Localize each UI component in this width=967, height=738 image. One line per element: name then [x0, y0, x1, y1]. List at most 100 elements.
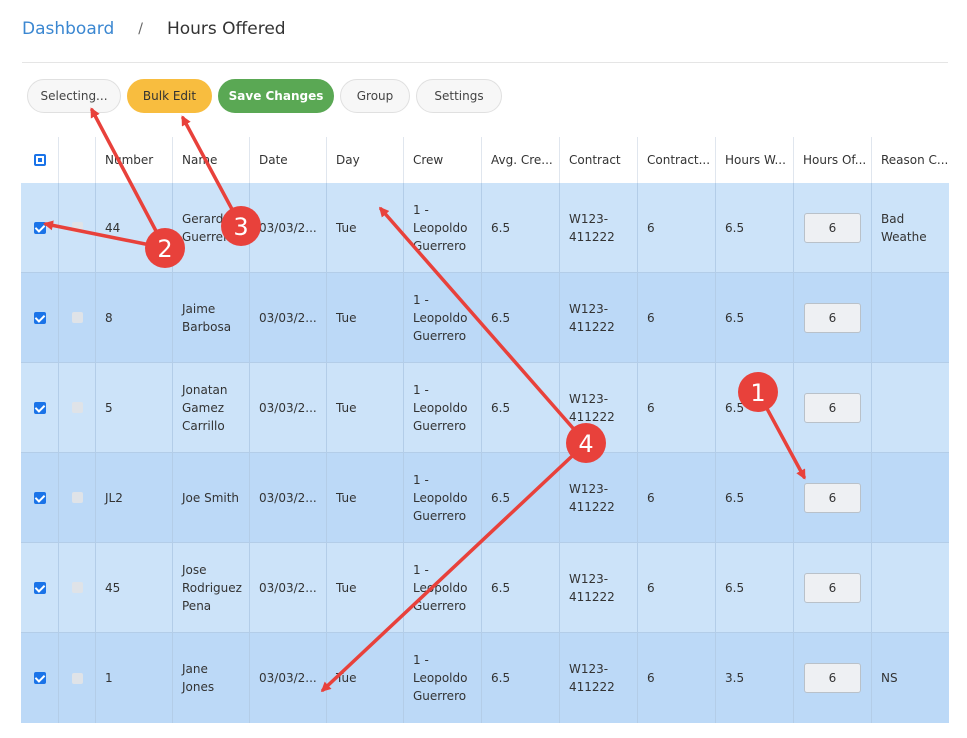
- cell-number: 5: [96, 363, 173, 452]
- cell-reason: [872, 273, 949, 362]
- row-secondary-checkbox[interactable]: [71, 492, 83, 503]
- cell-name: Jaime Barbosa: [173, 273, 250, 362]
- cell-crew: 1 - Leopoldo Guerrero: [404, 633, 482, 723]
- group-button[interactable]: Group: [340, 79, 410, 113]
- row-select-checkbox[interactable]: [33, 401, 46, 414]
- table-row[interactable]: JL2 Joe Smith 03/03/2... Tue 1 - Leopold…: [21, 453, 949, 543]
- cell-number: 8: [96, 273, 173, 362]
- column-header-name[interactable]: Name: [173, 137, 250, 183]
- cell-name: Jane Jones: [173, 633, 250, 723]
- cell-date: 03/03/2...: [250, 453, 327, 542]
- cell-date: 03/03/2...: [250, 633, 327, 723]
- cell-crew: 1 - Leopoldo Guerrero: [404, 363, 482, 452]
- table-row[interactable]: 8 Jaime Barbosa 03/03/2... Tue 1 - Leopo…: [21, 273, 949, 363]
- cell-contract: W123-411222: [560, 543, 638, 632]
- column-header-reason[interactable]: Reason C...: [872, 137, 949, 183]
- cell-crew: 1 - Leopoldo Guerrero: [404, 543, 482, 632]
- row-select-checkbox[interactable]: [33, 221, 46, 234]
- cell-contract-hours: 6: [638, 453, 716, 542]
- row-select-checkbox[interactable]: [33, 581, 46, 594]
- cell-contract-hours: 6: [638, 363, 716, 452]
- cell-date: 03/03/2...: [250, 363, 327, 452]
- column-header-day[interactable]: Day: [327, 137, 404, 183]
- column-header-avg-crew[interactable]: Avg. Cre...: [482, 137, 560, 183]
- cell-day: Tue: [327, 453, 404, 542]
- cell-hours-worked: 3.5: [716, 633, 794, 723]
- column-header-crew[interactable]: Crew: [404, 137, 482, 183]
- cell-avg-crew: 6.5: [482, 633, 560, 723]
- cell-reason: [872, 543, 949, 632]
- cell-contract: W123-411222: [560, 363, 638, 452]
- hours-offered-input[interactable]: 6: [804, 663, 861, 693]
- row-select-checkbox[interactable]: [33, 672, 46, 684]
- cell-contract-hours: 6: [638, 543, 716, 632]
- breadcrumb: Dashboard / Hours Offered: [22, 16, 286, 42]
- table-header-row: Number Name Date Day Crew Avg. Cre... Co…: [21, 137, 949, 183]
- hours-offered-input[interactable]: 6: [804, 482, 861, 513]
- table-row[interactable]: 5 Jonatan Gamez Carrillo 03/03/2... Tue …: [21, 363, 949, 453]
- column-header-number[interactable]: Number: [96, 137, 173, 183]
- cell-hours-worked: 6.5: [716, 183, 794, 272]
- cell-day: Tue: [327, 183, 404, 272]
- row-secondary-checkbox[interactable]: [71, 582, 83, 593]
- save-changes-button[interactable]: Save Changes: [218, 79, 334, 113]
- cell-day: Tue: [327, 363, 404, 452]
- cell-reason: [872, 453, 949, 542]
- hours-offered-input[interactable]: 6: [804, 392, 861, 423]
- settings-button[interactable]: Settings: [416, 79, 502, 113]
- table-row[interactable]: 45 Jose Rodriguez Pena 03/03/2... Tue 1 …: [21, 543, 949, 633]
- bulk-edit-button[interactable]: Bulk Edit: [127, 79, 212, 113]
- select-all-checkbox[interactable]: [33, 154, 46, 166]
- cell-crew: 1 - Leopoldo Guerrero: [404, 273, 482, 362]
- cell-avg-crew: 6.5: [482, 273, 560, 362]
- row-select-checkbox[interactable]: [33, 491, 46, 504]
- cell-date: 03/03/2...: [250, 183, 327, 272]
- toolbar: Selecting... Bulk Edit Save Changes Grou…: [27, 79, 502, 113]
- cell-avg-crew: 6.5: [482, 363, 560, 452]
- cell-name: Jonatan Gamez Carrillo: [173, 363, 250, 452]
- column-header-hours-offered[interactable]: Hours Of...: [794, 137, 872, 183]
- cell-hours-worked: 6.5: [716, 543, 794, 632]
- column-header-date[interactable]: Date: [250, 137, 327, 183]
- cell-contract-hours: 6: [638, 183, 716, 272]
- column-header-hours-worked[interactable]: Hours W...: [716, 137, 794, 183]
- row-secondary-checkbox[interactable]: [71, 672, 83, 684]
- hours-offered-input[interactable]: 6: [804, 572, 861, 603]
- selecting-button[interactable]: Selecting...: [27, 79, 121, 113]
- column-header-contract-hours[interactable]: Contract...: [638, 137, 716, 183]
- cell-day: Tue: [327, 633, 404, 723]
- cell-reason: [872, 363, 949, 452]
- cell-date: 03/03/2...: [250, 543, 327, 632]
- cell-hours-worked: 6.5: [716, 363, 794, 452]
- hours-offered-input[interactable]: 6: [804, 302, 861, 333]
- row-secondary-checkbox[interactable]: [71, 312, 83, 323]
- table-row[interactable]: 44 Gerardo Guerrero 03/03/2... Tue 1 - L…: [21, 183, 949, 273]
- cell-hours-worked: 6.5: [716, 453, 794, 542]
- header-divider: [22, 62, 948, 63]
- hours-offered-table: Number Name Date Day Crew Avg. Cre... Co…: [21, 137, 949, 723]
- cell-number: 44: [96, 183, 173, 272]
- cell-date: 03/03/2...: [250, 273, 327, 362]
- cell-reason: NS: [881, 671, 898, 685]
- cell-name: Joe Smith: [173, 453, 250, 542]
- breadcrumb-dashboard-link[interactable]: Dashboard: [22, 19, 114, 39]
- breadcrumb-separator: /: [138, 21, 143, 37]
- row-select-checkbox[interactable]: [33, 311, 46, 324]
- cell-name: Gerardo Guerrero: [173, 183, 250, 272]
- cell-contract-hours: 6: [638, 273, 716, 362]
- row-secondary-checkbox[interactable]: [71, 402, 83, 413]
- table-row[interactable]: 1 Jane Jones 03/03/2... Tue 1 - Leopoldo…: [21, 633, 949, 723]
- header-blank-cell: [59, 137, 96, 183]
- column-header-contract[interactable]: Contract: [560, 137, 638, 183]
- cell-contract-hours: 6: [638, 633, 716, 723]
- select-all-cell[interactable]: [21, 137, 59, 183]
- hours-offered-input[interactable]: 6: [804, 212, 861, 243]
- cell-name: Jose Rodriguez Pena: [173, 543, 250, 632]
- row-secondary-checkbox[interactable]: [71, 222, 83, 233]
- cell-avg-crew: 6.5: [482, 453, 560, 542]
- cell-day: Tue: [327, 543, 404, 632]
- cell-crew: 1 - Leopoldo Guerrero: [404, 453, 482, 542]
- cell-number: 45: [96, 543, 173, 632]
- cell-contract: W123-411222: [560, 453, 638, 542]
- cell-avg-crew: 6.5: [482, 183, 560, 272]
